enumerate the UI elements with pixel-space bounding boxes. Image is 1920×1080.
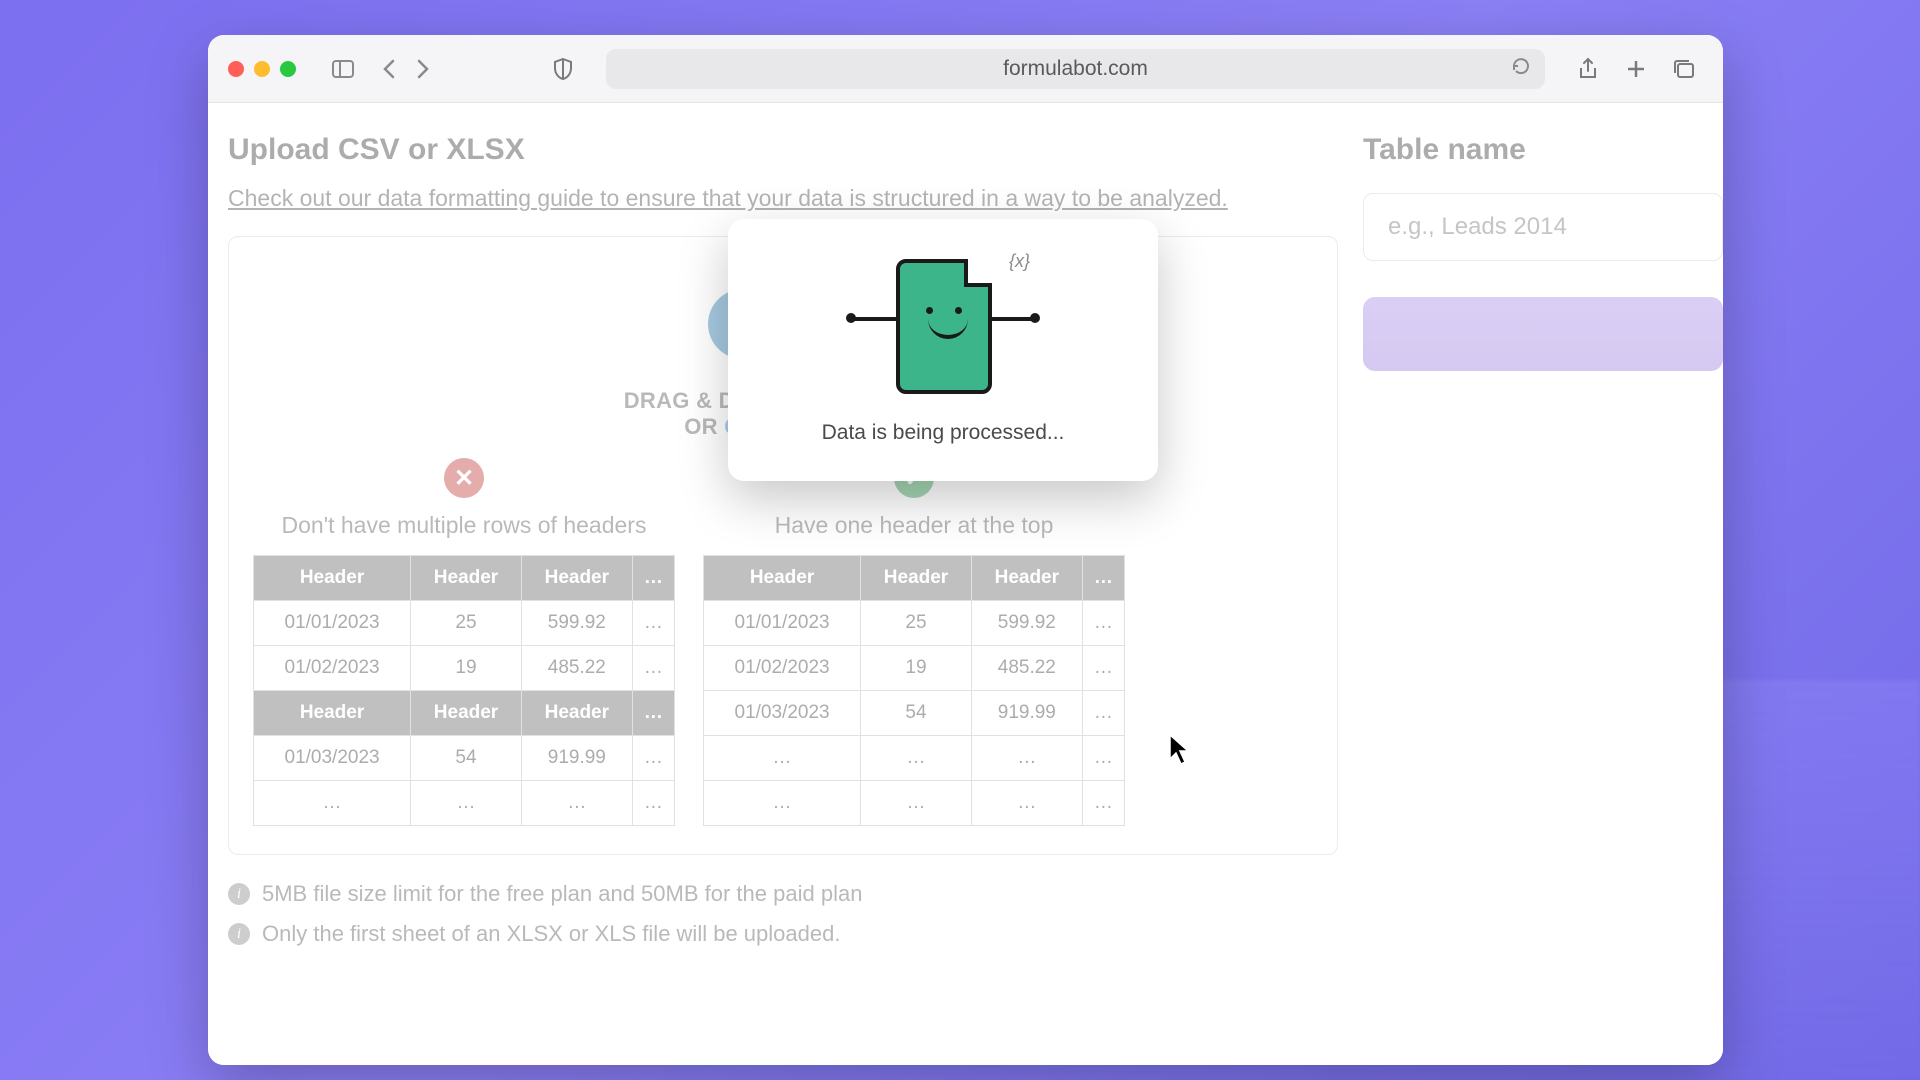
url-text: formulabot.com <box>1003 57 1148 81</box>
maximize-window-button[interactable] <box>280 61 296 77</box>
page-content: Upload CSV or XLSX Check out our data fo… <box>208 103 1723 1065</box>
mascot-icon: {x} <box>848 249 1038 399</box>
share-icon[interactable] <box>1573 54 1603 84</box>
tabs-overview-icon[interactable] <box>1669 54 1699 84</box>
processing-modal: {x} Data is being processed... <box>728 219 1158 481</box>
sidebar-toggle-icon[interactable] <box>328 54 358 84</box>
forward-button[interactable] <box>408 54 438 84</box>
traffic-lights <box>228 61 296 77</box>
back-button[interactable] <box>374 54 404 84</box>
browser-window: formulabot.com Upload CSV or XLSX Check … <box>208 35 1723 1065</box>
close-window-button[interactable] <box>228 61 244 77</box>
browser-chrome: formulabot.com <box>208 35 1723 103</box>
cursor-icon <box>1168 733 1192 767</box>
minimize-window-button[interactable] <box>254 61 270 77</box>
refresh-icon[interactable] <box>1511 56 1531 82</box>
privacy-shield-icon[interactable] <box>548 54 578 84</box>
address-bar[interactable]: formulabot.com <box>606 49 1545 89</box>
processing-text: Data is being processed... <box>758 421 1128 445</box>
new-tab-icon[interactable] <box>1621 54 1651 84</box>
